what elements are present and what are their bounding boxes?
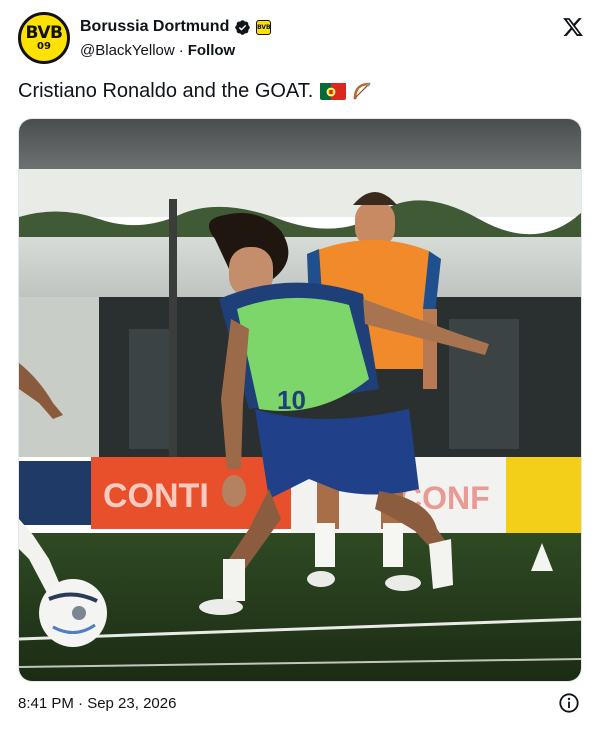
tweet-header: BVB 09 Borussia Dortmund BVB @BlackYello… (18, 12, 588, 68)
tweet-text-row: Cristiano Ronaldo and the GOAT. (18, 78, 374, 104)
avatar-text: BVB (25, 22, 63, 43)
timestamp[interactable]: 8:41 PM · Sep 23, 2026 (18, 695, 176, 712)
display-name-row: Borussia Dortmund BVB (80, 16, 272, 38)
x-logo-icon[interactable] (562, 16, 584, 38)
follow-button[interactable]: Follow (188, 42, 236, 59)
front-player-number: 10 (277, 385, 306, 415)
handle[interactable]: @BlackYellow (80, 42, 175, 59)
separator-dot: · (178, 41, 184, 59)
portugal-flag-icon (320, 82, 347, 100)
handle-row: @BlackYellow · Follow (80, 40, 271, 60)
board-text-left: CONTI (103, 477, 209, 515)
bow-and-arrow-icon (350, 79, 374, 103)
display-name[interactable]: Borussia Dortmund (80, 18, 229, 36)
account-names: Borussia Dortmund BVB @BlackYellow · Fol… (80, 16, 272, 60)
training-photo: CONTI CONF 10 (19, 119, 581, 681)
tweet-text: Cristiano Ronaldo and the GOAT. (18, 80, 314, 102)
affiliate-badge: BVB (256, 19, 272, 35)
info-icon[interactable] (558, 692, 580, 714)
avatar[interactable]: BVB 09 (18, 12, 70, 64)
tweet-media-photo[interactable]: CONTI CONF 10 (18, 118, 582, 682)
verified-icon (235, 19, 251, 35)
avatar-subtext: 09 (37, 40, 51, 52)
tweet-footer: 8:41 PM · Sep 23, 2026 (18, 692, 582, 714)
